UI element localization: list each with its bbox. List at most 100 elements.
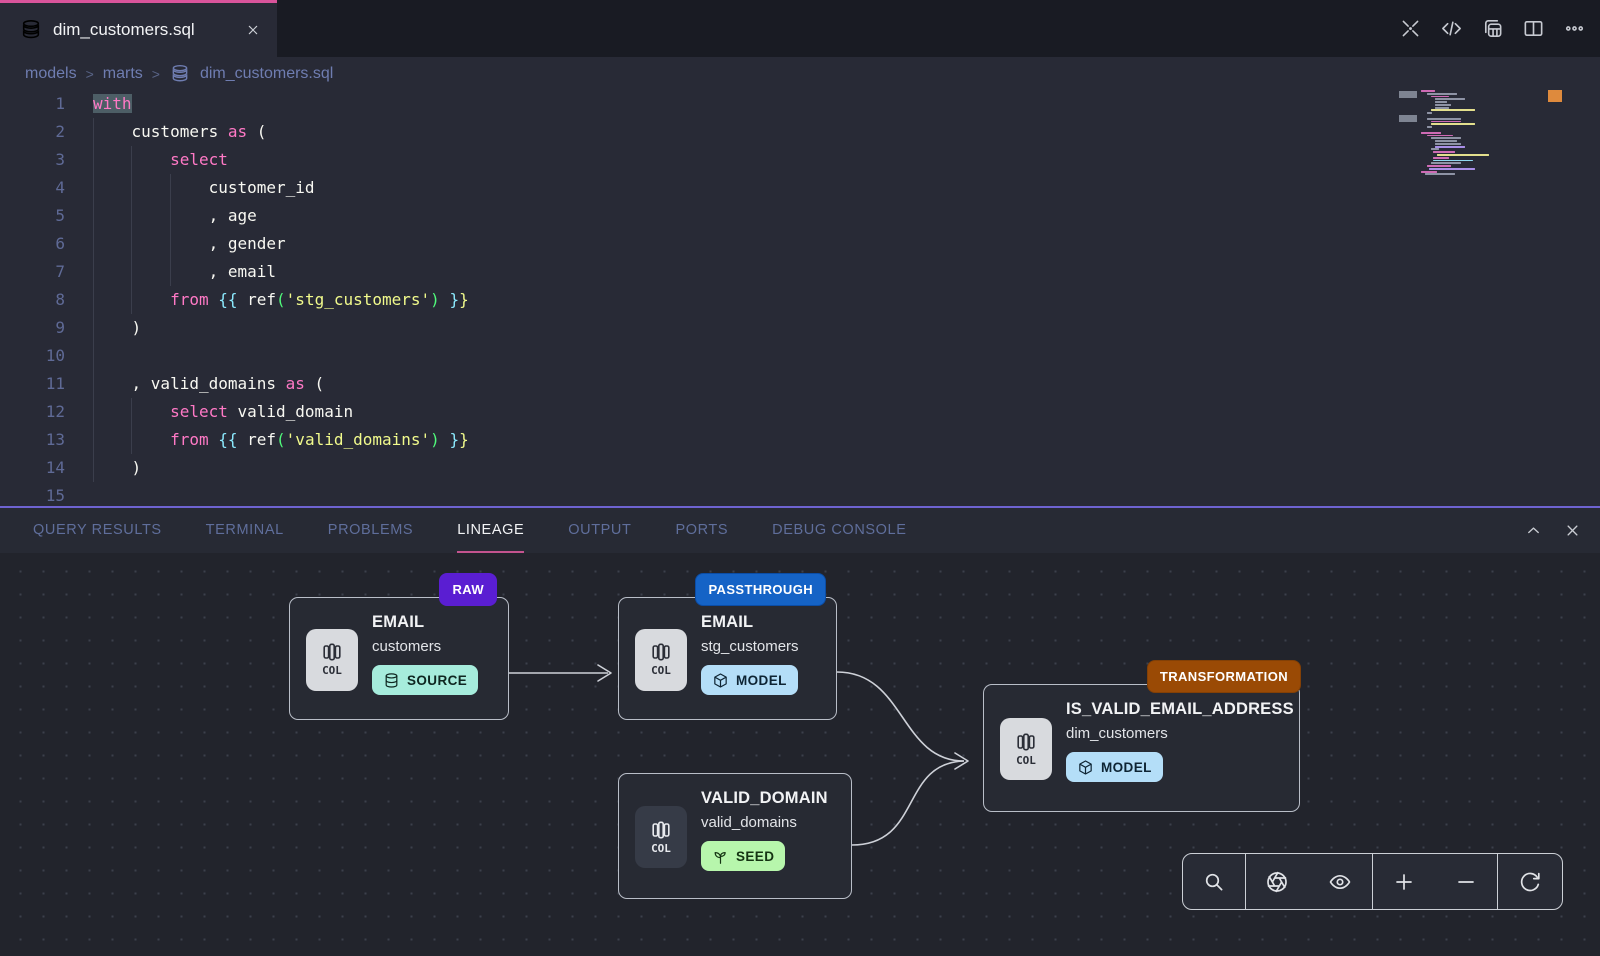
lineage-node-customers[interactable]: RAWCOLEMAILcustomersSOURCE (289, 597, 509, 720)
database-icon (170, 64, 190, 84)
code-line[interactable]: 13 from {{ ref('valid_domains') }} (0, 426, 1395, 454)
node-tag-badge: TRANSFORMATION (1147, 660, 1301, 693)
line-content: select valid_domain (65, 398, 353, 426)
column-chip: COL (635, 806, 687, 868)
line-number[interactable]: 14 (0, 454, 65, 482)
line-number[interactable]: 4 (0, 174, 65, 202)
lineage-toolbar (1182, 853, 1563, 910)
search-icon[interactable] (1202, 870, 1226, 894)
toolbar-group (1372, 854, 1497, 909)
column-chip: COL (1000, 718, 1052, 780)
line-number[interactable]: 7 (0, 258, 65, 286)
refresh-icon[interactable] (1518, 870, 1542, 894)
code-line[interactable]: 7 , email (0, 258, 1395, 286)
editor-tab-bar: dim_customers.sql (0, 0, 1600, 57)
line-number[interactable]: 1 (0, 90, 65, 118)
lineage-node-stg_customers[interactable]: PASSTHROUGHCOLEMAILstg_customersMODEL (618, 597, 837, 720)
line-content: , valid_domains as ( (65, 370, 324, 398)
toolbar-group (1497, 854, 1562, 909)
minimap-selection-bar (1399, 91, 1417, 98)
line-content: ) (65, 314, 141, 342)
panel-tab-debug-console[interactable]: DEBUG CONSOLE (772, 508, 906, 553)
close-tab-icon[interactable] (245, 22, 261, 38)
node-title: EMAIL (372, 613, 500, 632)
panel-tab-terminal[interactable]: TERMINAL (206, 508, 284, 553)
toolbar-group (1245, 854, 1372, 909)
scrollbar-marker (1548, 90, 1562, 102)
database-icon (20, 19, 42, 41)
node-type-badge-model: MODEL (1066, 752, 1163, 782)
copy-table-icon[interactable] (1481, 17, 1504, 40)
code-line[interactable]: 15 (0, 482, 1395, 506)
code-lines[interactable]: 1with2 customers as (3 select4 customer_… (0, 90, 1395, 506)
lineage-canvas[interactable]: RAWCOLEMAILcustomersSOURCEPASSTHROUGHCOL… (0, 553, 1600, 956)
aperture-icon[interactable] (1265, 870, 1289, 894)
code-line[interactable]: 6 , gender (0, 230, 1395, 258)
code-line[interactable]: 8 from {{ ref('stg_customers') }} (0, 286, 1395, 314)
breadcrumb-file[interactable]: dim_customers.sql (200, 65, 333, 83)
toolbar-group (1183, 854, 1245, 909)
line-number[interactable]: 3 (0, 146, 65, 174)
code-line[interactable]: 9 ) (0, 314, 1395, 342)
node-tag-badge: PASSTHROUGH (695, 573, 826, 606)
line-number[interactable]: 13 (0, 426, 65, 454)
tab-label: dim_customers.sql (53, 20, 195, 40)
code-editor[interactable]: 1with2 customers as (3 select4 customer_… (0, 90, 1600, 506)
breadcrumb-separator: > (152, 66, 160, 82)
close-icon[interactable] (1563, 521, 1582, 540)
line-number[interactable]: 15 (0, 482, 65, 506)
code-line[interactable]: 2 customers as ( (0, 118, 1395, 146)
line-content: , age (65, 202, 257, 230)
zoom-in-icon[interactable] (1392, 870, 1416, 894)
dbt-icon[interactable] (1399, 17, 1422, 40)
code-line[interactable]: 10 (0, 342, 1395, 370)
panel-actions (1524, 508, 1582, 553)
split-editor-icon[interactable] (1522, 17, 1545, 40)
eye-icon[interactable] (1328, 870, 1352, 894)
editor-actions (1399, 0, 1586, 57)
line-number[interactable]: 11 (0, 370, 65, 398)
line-number[interactable]: 5 (0, 202, 65, 230)
lineage-node-dim_customers[interactable]: TRANSFORMATIONCOLIS_VALID_EMAIL_ADDRESSd… (983, 684, 1300, 812)
line-content: from {{ ref('valid_domains') }} (65, 426, 469, 454)
zoom-out-icon[interactable] (1454, 870, 1478, 894)
line-number[interactable]: 10 (0, 342, 65, 370)
code-line[interactable]: 1with (0, 90, 1395, 118)
chevron-up-icon[interactable] (1524, 521, 1543, 540)
line-content: ) (65, 454, 141, 482)
line-content: with (65, 90, 132, 118)
code-line[interactable]: 4 customer_id (0, 174, 1395, 202)
column-chip: COL (635, 629, 687, 691)
line-number[interactable]: 6 (0, 230, 65, 258)
code-line[interactable]: 3 select (0, 146, 1395, 174)
line-number[interactable]: 9 (0, 314, 65, 342)
minimap[interactable] (1421, 90, 1533, 176)
panel-tab-problems[interactable]: PROBLEMS (328, 508, 413, 553)
panel-tab-ports[interactable]: PORTS (675, 508, 728, 553)
lineage-node-valid_domains[interactable]: COLVALID_DOMAINvalid_domainsSEED (618, 773, 852, 899)
code-line[interactable]: 14 ) (0, 454, 1395, 482)
line-number[interactable]: 2 (0, 118, 65, 146)
line-number[interactable]: 12 (0, 398, 65, 426)
code-line[interactable]: 11 , valid_domains as ( (0, 370, 1395, 398)
node-type-badge-seed: SEED (701, 841, 785, 871)
breadcrumb-marts[interactable]: marts (103, 65, 143, 83)
node-title: EMAIL (701, 613, 828, 632)
more-icon[interactable] (1563, 17, 1586, 40)
node-subtitle: dim_customers (1066, 725, 1291, 742)
node-subtitle: stg_customers (701, 638, 828, 655)
line-content: customer_id (65, 174, 315, 202)
line-number[interactable]: 8 (0, 286, 65, 314)
panel-tab-query-results[interactable]: QUERY RESULTS (33, 508, 162, 553)
line-content (65, 342, 93, 370)
line-content: , email (65, 258, 276, 286)
panel-tab-output[interactable]: OUTPUT (568, 508, 631, 553)
code-line[interactable]: 5 , age (0, 202, 1395, 230)
breadcrumb-models[interactable]: models (25, 65, 77, 83)
panel-tab-lineage[interactable]: LINEAGE (457, 508, 524, 553)
node-title: VALID_DOMAIN (701, 789, 843, 808)
code-icon[interactable] (1440, 17, 1463, 40)
line-content: customers as ( (65, 118, 266, 146)
code-line[interactable]: 12 select valid_domain (0, 398, 1395, 426)
tab-dim-customers-sql[interactable]: dim_customers.sql (0, 0, 277, 57)
